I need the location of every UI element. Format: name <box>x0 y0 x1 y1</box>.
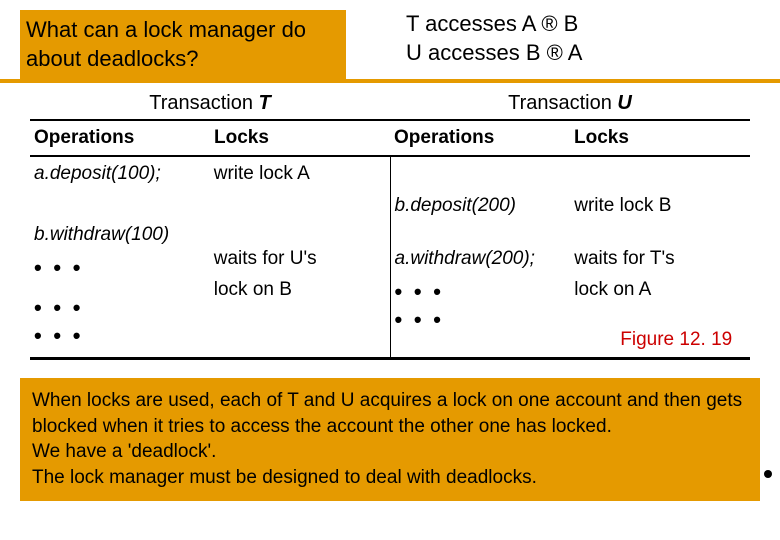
u-op-withdraw: a.withdraw(200); <box>395 248 567 271</box>
u-lock-on-a: lock on A <box>574 279 746 302</box>
u-lock-wait-t: waits for T's <box>574 248 746 271</box>
explanation-p2: We have a 'deadlock'. <box>32 441 216 462</box>
ellipsis-icon: • • • <box>395 279 567 305</box>
explanation-box: When locks are used, each of T and U acq… <box>20 378 760 501</box>
t-op-withdraw: b.withdraw(100) <box>34 224 206 247</box>
t-op-deposit: a.deposit(100); <box>34 163 206 186</box>
ellipsis-icon: • • • <box>34 323 206 349</box>
ellipsis-icon: • • • <box>34 295 206 321</box>
transaction-header-u: Transaction U <box>390 88 750 119</box>
table-body: a.deposit(100); b.withdraw(100) • • • • … <box>30 157 750 360</box>
col-t-locks: write lock A waits for U's lock on B <box>210 157 391 357</box>
trans-prefix-u: Transaction <box>508 92 617 114</box>
trans-name-u: U <box>617 92 631 114</box>
header-row: What can a lock manager do about deadloc… <box>0 0 780 83</box>
t-lock-write-a: write lock A <box>214 163 386 186</box>
col-header-ops-u: Operations <box>390 121 570 155</box>
access-line-2: U accesses B ® A <box>406 40 582 65</box>
col-u-ops: b.deposit(200) a.withdraw(200); • • • • … <box>391 157 571 357</box>
access-box: T accesses A ® B U accesses B ® A <box>406 10 582 67</box>
t-lock-wait-u: waits for U's <box>214 248 386 271</box>
col-header-locks-u: Locks <box>570 121 750 155</box>
figure-label: Figure 12. 19 <box>620 329 732 351</box>
dot-icon <box>764 470 772 478</box>
col-u-locks: write lock B waits for T's lock on A Fig… <box>570 157 750 357</box>
u-lock-write-b: write lock B <box>574 195 746 218</box>
col-header-ops-t: Operations <box>30 121 210 155</box>
column-headers: Operations Locks Operations Locks <box>30 119 750 157</box>
access-line-1: T accesses A ® B <box>406 11 578 36</box>
transaction-header-t: Transaction T <box>30 88 390 119</box>
question-box: What can a lock manager do about deadloc… <box>20 10 346 79</box>
question-line-1: What can a lock manager do <box>26 17 306 42</box>
u-op-deposit: b.deposit(200) <box>395 195 567 218</box>
trans-prefix-t: Transaction <box>149 92 258 114</box>
ellipsis-icon: • • • <box>34 255 206 281</box>
explanation-p3: The lock manager must be designed to dea… <box>32 467 537 488</box>
deadlock-table: Transaction T Transaction U Operations L… <box>0 88 780 360</box>
trans-name-t: T <box>259 92 271 114</box>
transaction-headers: Transaction T Transaction U <box>30 88 750 119</box>
ellipsis-icon: • • • <box>395 307 567 333</box>
explanation-p1: When locks are used, each of T and U acq… <box>32 390 742 437</box>
question-line-2: about deadlocks? <box>26 46 198 71</box>
col-header-locks-t: Locks <box>210 121 390 155</box>
t-lock-on-b: lock on B <box>214 279 386 302</box>
col-t-ops: a.deposit(100); b.withdraw(100) • • • • … <box>30 157 210 357</box>
